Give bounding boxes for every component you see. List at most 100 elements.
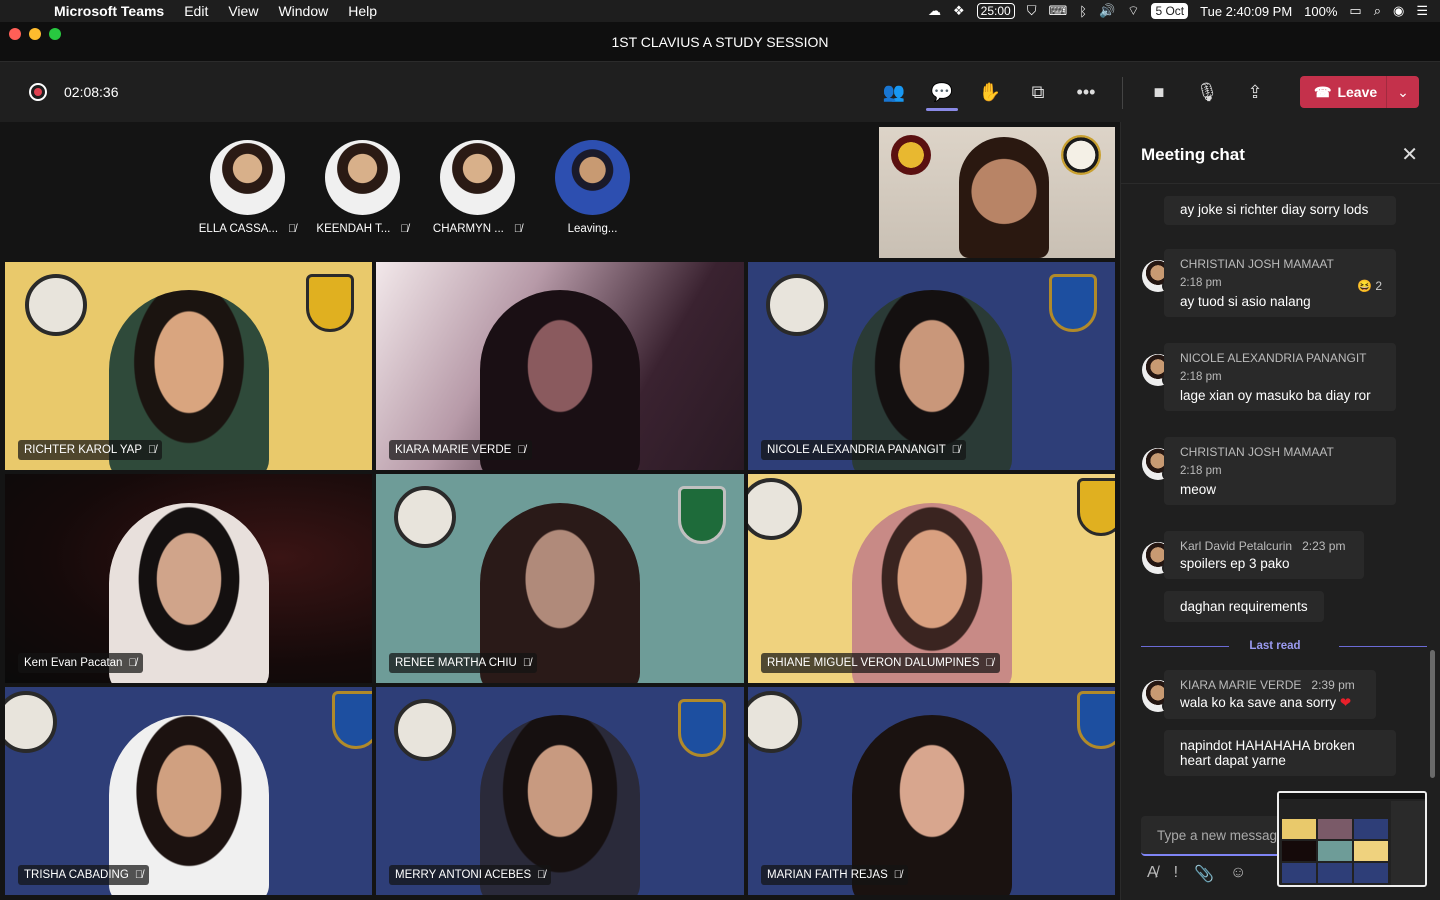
video-tile[interactable]: RENEE MARTHA CHIU 🎙̸ <box>376 474 744 683</box>
participant-avatar[interactable]: CHARMYN ... 🎙̸ <box>433 140 522 235</box>
menu-window[interactable]: Window <box>278 3 328 19</box>
chat-message[interactable]: CHRISTIAN JOSH MAMAAT 2:18 pm ay tuod si … <box>1164 249 1396 317</box>
name-tag: TRISHA CABADING 🎙̸ <box>18 865 150 885</box>
participant-avatar[interactable]: Leaving... <box>555 140 630 235</box>
chat-message[interactable]: Karl David Petalcurin 2:23 pm spoilers e… <box>1164 531 1364 579</box>
menu-edit[interactable]: Edit <box>184 3 208 19</box>
leave-options-chevron-icon[interactable]: ⌄ <box>1386 76 1419 108</box>
chat-message[interactable]: CHRISTIAN JOSH MAMAAT 2:18 pm meow <box>1164 437 1396 505</box>
chat-message[interactable]: NICOLE ALEXANDRIA PANANGIT 2:18 pm lage x… <box>1164 343 1396 411</box>
chat-scrollbar[interactable] <box>1430 650 1435 778</box>
mic-muted-icon: 🎙̸ <box>522 657 532 669</box>
participant-name: MARIAN FAITH REJAS <box>767 869 888 881</box>
timer-badge[interactable]: 25:00 <box>976 3 1015 19</box>
school-seal-icon <box>394 486 456 548</box>
mic-muted-icon: 🎙̸ <box>893 869 903 881</box>
menu-app-name[interactable]: Microsoft Teams <box>54 3 164 19</box>
shield-icon[interactable]: ⛉ <box>1027 3 1037 19</box>
thumbnail-tile <box>1318 819 1352 839</box>
avatar <box>555 140 630 215</box>
reaction-badge[interactable]: 😆 2 <box>1357 279 1382 293</box>
laugh-emoji-icon: 😆 <box>1357 279 1372 293</box>
participants-icon[interactable]: 👥 <box>880 78 908 106</box>
message-text: wala ko ka save ana sorry <box>1180 695 1337 710</box>
participant-name: TRISHA CABADING <box>24 869 129 881</box>
participant-avatar[interactable]: KEENDAH T... 🎙̸ <box>316 140 409 235</box>
menu-help[interactable]: Help <box>348 3 377 19</box>
date-badge[interactable]: 5 Oct <box>1151 3 1189 19</box>
name-tag: Kem Evan Pacatan 🎙̸ <box>18 653 143 673</box>
bluetooth-icon[interactable]: ᛒ <box>1079 4 1087 19</box>
recording-icon <box>29 83 47 101</box>
hufflepuff-crest-icon <box>306 274 354 332</box>
reactions-icon[interactable]: ✋ <box>976 78 1004 106</box>
important-icon[interactable]: ! <box>1174 864 1178 884</box>
chat-message[interactable]: daghan requirements <box>1164 591 1324 622</box>
microphone-icon[interactable]: 🎙 <box>1193 78 1221 106</box>
compose-toolbar: A̸ ! 📎 ☺ <box>1147 864 1246 884</box>
name-tag: RHIANE MIGUEL VERON DALUMPINES 🎙̸ <box>761 653 1000 673</box>
attach-icon[interactable]: 📎 <box>1194 864 1214 884</box>
battery-icon[interactable]: ▭ <box>1349 3 1361 19</box>
participant-name: Leaving... <box>567 223 618 235</box>
school-seal-icon <box>25 274 87 336</box>
leave-label-wrap[interactable]: ☎ Leave <box>1300 84 1386 101</box>
control-center-icon[interactable]: ☰ <box>1416 3 1428 19</box>
video-tile[interactable]: KIARA MARIE VERDE 🎙̸ <box>376 262 744 470</box>
video-tile[interactable]: MERRY ANTONI ACEBES 🎙̸ <box>376 687 744 895</box>
chat-messages[interactable]: ay joke si richter diay sorry lods CHRIS… <box>1121 184 1440 804</box>
video-tile[interactable]: RHIANE MIGUEL VERON DALUMPINES 🎙̸ <box>748 474 1115 683</box>
search-icon[interactable]: ⌕ <box>1374 3 1381 19</box>
keyboard-icon[interactable]: ⌨ <box>1048 3 1067 19</box>
volume-icon[interactable]: 🔊 <box>1099 3 1115 19</box>
thumbnail-tile <box>1282 863 1316 883</box>
chat-message[interactable]: ay joke si richter diay sorry lods <box>1164 196 1396 225</box>
heart-emoji-icon: ❤ <box>1339 695 1352 710</box>
cloud-icon[interactable]: ☁ <box>928 3 941 19</box>
battery-percent[interactable]: 100% <box>1304 4 1337 19</box>
video-tile[interactable]: NICOLE ALEXANDRIA PANANGIT 🎙̸ <box>748 262 1115 470</box>
chat-icon[interactable]: 💬 <box>926 78 958 111</box>
mic-muted-icon: 🎙̸ <box>128 657 137 669</box>
camera-icon[interactable]: ■ <box>1145 78 1173 106</box>
video-tile[interactable]: Kem Evan Pacatan 🎙̸ <box>5 474 372 683</box>
ravenclaw-crest-icon <box>1077 691 1115 749</box>
participant-name: RHIANE MIGUEL VERON DALUMPINES <box>767 657 980 669</box>
wifi-icon[interactable]: ⌔ <box>1127 3 1139 19</box>
video-tile[interactable]: RICHTER KAROL YAP 🎙̸ <box>5 262 372 470</box>
chat-message[interactable]: KIARA MARIE VERDE 2:39 pm wala ko ka sav… <box>1164 670 1376 719</box>
thumbnail-tile <box>1318 841 1352 861</box>
chat-message[interactable]: napindot HAHAHAHA broken heart dapat yar… <box>1164 730 1396 776</box>
video-tile[interactable]: MARIAN FAITH REJAS 🎙̸ <box>748 687 1115 895</box>
emoji-icon[interactable]: ☺ <box>1230 864 1246 884</box>
video-tile[interactable]: TRISHA CABADING 🎙̸ <box>5 687 372 895</box>
format-icon[interactable]: A̸ <box>1147 864 1158 884</box>
ravenclaw-crest-icon <box>678 699 726 757</box>
message-text: lage xian oy masuko ba diay ror <box>1180 388 1371 403</box>
message-text: meow <box>1180 482 1217 497</box>
thumbnail-tile <box>1318 863 1352 883</box>
thumbnail-tile <box>1354 863 1388 883</box>
ravenclaw-crest-icon <box>1049 274 1097 332</box>
dropbox-icon[interactable]: ❖ <box>953 3 965 19</box>
message-author: Karl David Petalcurin <box>1180 539 1293 553</box>
screenshot-thumbnail[interactable] <box>1277 791 1427 887</box>
rooms-icon[interactable]: ⧉ <box>1024 78 1052 106</box>
thumbnail-tile <box>1282 841 1316 861</box>
compose-message-input[interactable]: Type a new messag <box>1141 816 1281 856</box>
close-icon[interactable]: ✕ <box>1401 142 1418 167</box>
clock[interactable]: Tue 2:40:09 PM <box>1200 4 1292 19</box>
menu-view[interactable]: View <box>228 3 258 19</box>
leave-button[interactable]: ☎ Leave ⌄ <box>1300 76 1419 108</box>
message-text: ay joke si richter diay sorry lods <box>1180 202 1369 217</box>
participant-name: CHARMYN ... <box>432 223 504 235</box>
self-video[interactable] <box>879 127 1115 258</box>
divider-line <box>1339 646 1427 647</box>
participant-avatar[interactable]: ELLA CASSA... 🎙̸ <box>199 140 296 235</box>
siri-icon[interactable]: ◉ <box>1393 3 1404 19</box>
message-author: CHRISTIAN JOSH MAMAAT <box>1180 257 1334 271</box>
more-options-icon[interactable]: ••• <box>1072 78 1100 106</box>
message-time: 2:23 pm <box>1302 539 1346 553</box>
share-screen-icon[interactable]: ⇪ <box>1241 78 1269 106</box>
house-crest-icon <box>891 135 931 175</box>
